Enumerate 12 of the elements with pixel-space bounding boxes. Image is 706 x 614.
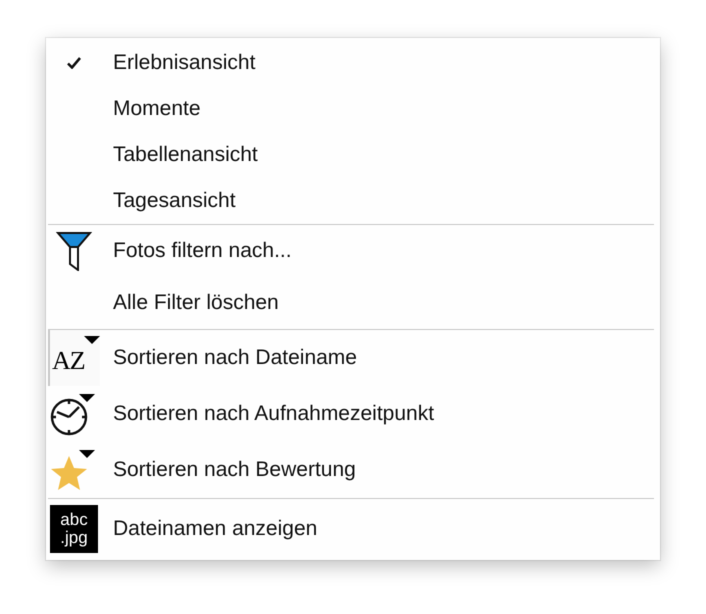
menu-item[interactable]: Erlebnisansicht xyxy=(113,51,256,75)
menu-item[interactable]: Momente xyxy=(113,97,201,121)
menu-item[interactable]: Alle Filter löschen xyxy=(113,291,279,315)
file-name-icon: abc .jpg xyxy=(50,505,98,553)
menu-item[interactable]: Tabellenansicht xyxy=(113,143,258,167)
menu-item[interactable]: Dateinamen anzeigen xyxy=(113,517,318,541)
menu-item[interactable]: Sortieren nach Dateiname xyxy=(113,346,357,370)
menu-item[interactable]: Tagesansicht xyxy=(113,189,236,213)
menu-item[interactable]: Sortieren nach Bewertung xyxy=(113,458,356,482)
menu-item[interactable]: Sortieren nach Aufnahmezeitpunkt xyxy=(113,402,434,426)
menu-item[interactable]: Fotos filtern nach... xyxy=(113,239,292,263)
funnel-icon xyxy=(56,231,92,271)
